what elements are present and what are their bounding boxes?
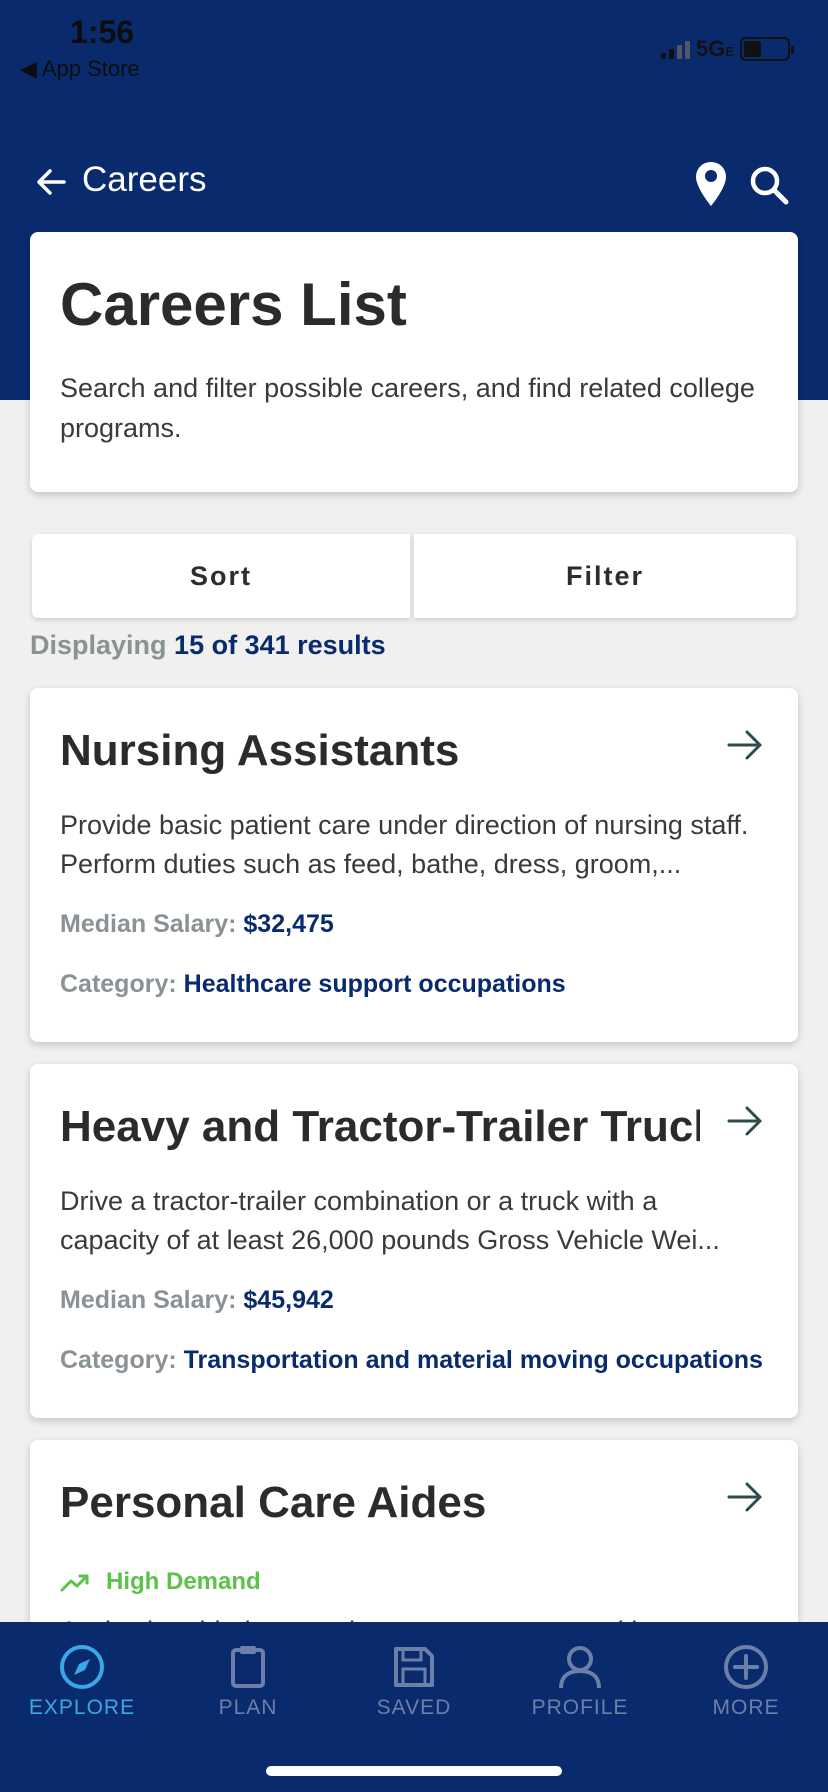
battery-icon [740, 37, 794, 61]
tab-explore[interactable]: EXPLORE [7, 1644, 157, 1720]
arrow-right-icon[interactable] [726, 726, 764, 764]
status-bar: 1:56 ◀ App Store 5GE [0, 0, 828, 90]
tab-label: MORE [712, 1696, 780, 1719]
search-icon[interactable] [748, 164, 790, 206]
network-suffix: E [725, 44, 734, 59]
person-icon [559, 1646, 601, 1689]
results-prefix: Displaying [30, 630, 167, 660]
tab-label: PLAN [218, 1696, 278, 1719]
category-value: Transportation and material moving occup… [183, 1346, 763, 1374]
tab-profile[interactable]: PROFILE [505, 1644, 655, 1720]
arrow-right-icon[interactable] [726, 1478, 764, 1516]
page-description: Search and filter possible careers, and … [60, 373, 755, 443]
screen: 1:56 ◀ App Store 5GE Careers Careers Lis… [0, 0, 828, 1792]
back-arrow-icon[interactable] [34, 164, 70, 200]
tab-more[interactable]: MORE [671, 1644, 821, 1720]
category-label: Category: [60, 970, 177, 998]
tab-saved[interactable]: SAVED [339, 1644, 489, 1720]
status-indicators: 5GE [660, 36, 794, 62]
signal-icon [660, 39, 690, 59]
page-title: Careers List [60, 271, 407, 338]
career-category: Category: Transportation and material mo… [60, 1346, 763, 1375]
high-demand-badge: High Demand [60, 1568, 261, 1596]
status-time: 1:56 [70, 14, 135, 50]
career-salary: Median Salary: $45,942 [60, 1286, 334, 1315]
intro-card: Careers List Search and filter possible … [30, 232, 798, 492]
floppy-disk-icon [394, 1647, 434, 1687]
sort-button[interactable]: Sort [32, 534, 410, 618]
category-label: Category: [60, 1346, 177, 1374]
network-type: 5G [695, 36, 726, 61]
tab-plan[interactable]: PLAN [173, 1644, 323, 1720]
clipboard-icon [231, 1646, 265, 1688]
high-demand-label: High Demand [106, 1568, 261, 1595]
compass-icon [60, 1645, 104, 1689]
arrow-right-icon[interactable] [726, 1102, 764, 1140]
filter-button[interactable]: Filter [414, 534, 796, 618]
salary-label: Median Salary: [60, 910, 237, 938]
career-card-nursing-assistants[interactable]: Nursing Assistants Provide basic patient… [30, 688, 798, 1042]
career-title: Heavy and Tractor-Trailer Truck... [60, 1102, 700, 1151]
results-count-value: 15 of 341 results [174, 630, 386, 660]
location-pin-icon[interactable] [694, 160, 728, 208]
salary-value: $45,942 [243, 1286, 334, 1314]
career-description: Provide basic patient care under directi… [60, 810, 749, 879]
category-value: Healthcare support occupations [183, 970, 566, 998]
plus-circle-icon [724, 1645, 768, 1689]
navigation-bar: Careers [0, 150, 828, 216]
tab-label: SAVED [376, 1696, 452, 1719]
back-to-app-store-link[interactable]: ◀ App Store [20, 56, 140, 82]
tab-label: EXPLORE [28, 1696, 136, 1719]
career-card-truck-drivers[interactable]: Heavy and Tractor-Trailer Truck... Drive… [30, 1064, 798, 1418]
career-description: Drive a tractor-trailer combination or a… [60, 1186, 720, 1255]
network-indicator: 5GE [696, 36, 734, 62]
nav-title: Careers [82, 160, 207, 199]
salary-label: Median Salary: [60, 1286, 237, 1314]
home-indicator[interactable] [266, 1766, 562, 1776]
career-title: Personal Care Aides [60, 1478, 487, 1527]
trending-up-icon [60, 1574, 89, 1592]
career-title: Nursing Assistants [60, 726, 460, 775]
career-category: Category: Healthcare support occupations [60, 970, 566, 999]
career-salary: Median Salary: $32,475 [60, 910, 334, 939]
salary-value: $32,475 [243, 910, 334, 938]
results-count: Displaying 15 of 341 results [30, 630, 386, 661]
tab-label: PROFILE [531, 1696, 629, 1719]
